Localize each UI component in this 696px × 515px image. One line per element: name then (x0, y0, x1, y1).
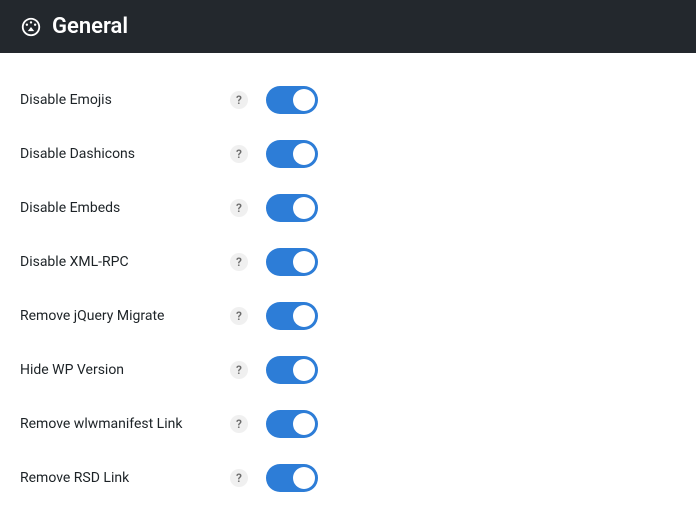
setting-label: Disable Emojis (20, 92, 230, 108)
help-icon[interactable]: ? (230, 199, 248, 217)
toggle-knob (293, 467, 315, 489)
help-icon[interactable]: ? (230, 253, 248, 271)
setting-label: Remove RSD Link (20, 470, 230, 486)
setting-label: Remove jQuery Migrate (20, 308, 230, 324)
settings-list: Disable Emojis ? Disable Dashicons ? Dis… (0, 53, 696, 505)
setting-label: Hide WP Version (20, 362, 230, 378)
toggle-disable-emojis[interactable] (266, 86, 318, 114)
gauge-icon (20, 16, 42, 38)
page-title: General (52, 14, 128, 39)
setting-row: Hide WP Version ? (20, 343, 676, 397)
setting-label: Disable Embeds (20, 200, 230, 216)
toggle-hide-wp-version[interactable] (266, 356, 318, 384)
page-header: General (0, 0, 696, 53)
help-icon[interactable]: ? (230, 415, 248, 433)
setting-label: Disable Dashicons (20, 146, 230, 162)
toggle-knob (293, 305, 315, 327)
toggle-knob (293, 89, 315, 111)
setting-row: Disable Dashicons ? (20, 127, 676, 181)
toggle-disable-xml-rpc[interactable] (266, 248, 318, 276)
setting-row: Remove RSD Link ? (20, 451, 676, 505)
toggle-remove-jquery-migrate[interactable] (266, 302, 318, 330)
help-icon[interactable]: ? (230, 361, 248, 379)
setting-label: Disable XML-RPC (20, 254, 230, 270)
toggle-knob (293, 413, 315, 435)
toggle-remove-rsd-link[interactable] (266, 464, 318, 492)
help-icon[interactable]: ? (230, 469, 248, 487)
setting-row: Disable XML-RPC ? (20, 235, 676, 289)
setting-row: Remove jQuery Migrate ? (20, 289, 676, 343)
toggle-disable-embeds[interactable] (266, 194, 318, 222)
toggle-knob (293, 359, 315, 381)
setting-row: Remove wlwmanifest Link ? (20, 397, 676, 451)
help-icon[interactable]: ? (230, 145, 248, 163)
toggle-remove-wlwmanifest-link[interactable] (266, 410, 318, 438)
setting-row: Disable Embeds ? (20, 181, 676, 235)
toggle-knob (293, 251, 315, 273)
toggle-knob (293, 143, 315, 165)
setting-label: Remove wlwmanifest Link (20, 416, 230, 432)
setting-row: Disable Emojis ? (20, 73, 676, 127)
toggle-knob (293, 197, 315, 219)
toggle-disable-dashicons[interactable] (266, 140, 318, 168)
help-icon[interactable]: ? (230, 91, 248, 109)
help-icon[interactable]: ? (230, 307, 248, 325)
